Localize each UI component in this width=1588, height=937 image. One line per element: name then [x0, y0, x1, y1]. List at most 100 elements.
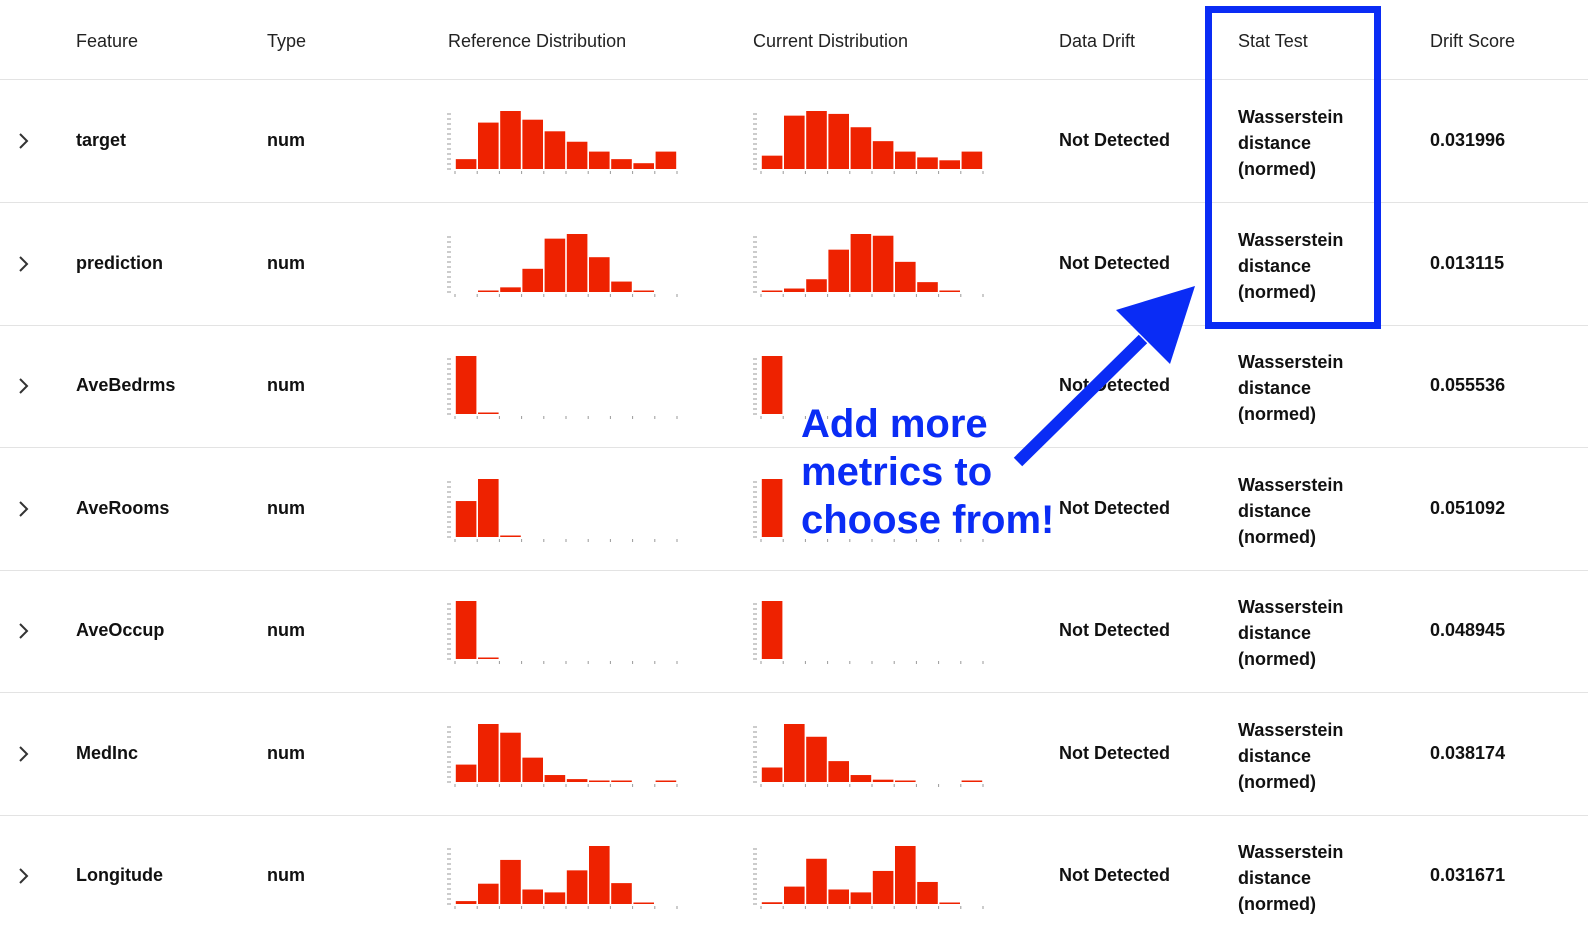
chevron-right-icon[interactable] [14, 864, 34, 888]
histogram-bar [784, 115, 805, 169]
feature-name: target [76, 130, 127, 150]
histogram-bar [522, 268, 543, 292]
data-drift-status: Not Detected [1059, 865, 1171, 885]
histogram-bar [806, 278, 827, 292]
histogram-bar [895, 151, 916, 169]
stat-test-line: (normed) [1238, 771, 1316, 792]
histogram-bar [500, 732, 521, 782]
stat-test-line: Wasserstein [1238, 352, 1344, 372]
histogram-bar [761, 478, 783, 537]
column-header-data-drift[interactable]: Data Drift [1059, 31, 1135, 52]
column-header-drift-score[interactable]: Drift Score [1430, 31, 1515, 52]
chevron-right-icon[interactable] [14, 619, 34, 643]
table-row[interactable]: AveOccup num Not Detected Wasserstein distan… [0, 570, 1588, 693]
feature-type: num [267, 375, 305, 395]
histogram-bar [455, 764, 477, 782]
feature-name: AveRooms [76, 497, 170, 518]
stat-test-line: Wasserstein [1238, 474, 1344, 495]
histogram-bar [784, 723, 805, 782]
histogram-bar [478, 723, 499, 782]
reference-distribution-chart [447, 356, 678, 419]
table-row[interactable]: prediction num Not Detected Wasserstein dist… [0, 203, 1588, 326]
table-row[interactable]: AveBedrms num Not Detected Wasserstein dista… [0, 325, 1588, 448]
histogram-bar [806, 111, 827, 169]
stat-test-line: (normed) [1238, 894, 1316, 914]
stat-test-line: distance [1238, 745, 1312, 766]
histogram-bar [500, 859, 521, 904]
histogram-bar [589, 151, 610, 169]
histogram-bar [761, 155, 783, 169]
histogram-bar [544, 892, 566, 904]
drift-score: 0.051092 [1430, 497, 1506, 518]
column-header-feature[interactable]: Feature [76, 31, 138, 52]
histogram-bar [850, 127, 872, 169]
histogram-bar [455, 601, 477, 659]
chevron-right-icon[interactable] [14, 252, 34, 276]
column-header-stat-test[interactable]: Stat Test [1238, 31, 1308, 52]
feature-name: AveOccup [76, 620, 165, 640]
histogram-bar [522, 889, 543, 904]
histogram-bar [566, 233, 588, 292]
histogram-bar [589, 256, 610, 292]
histogram-bar [895, 780, 916, 782]
histogram-bar [655, 780, 677, 782]
current-distribution-chart [753, 846, 984, 909]
histogram-bar [633, 290, 654, 292]
table-row[interactable]: MedInc num Not Detected Wasserstein distance… [0, 693, 1588, 816]
histogram-bar [872, 870, 894, 904]
stat-test-line: Wasserstein [1238, 597, 1344, 617]
chevron-right-icon[interactable] [14, 374, 34, 398]
table-row[interactable]: AveRooms num Not Detected Wasserstein distan… [0, 448, 1588, 571]
histogram-bar [917, 881, 938, 904]
histogram-bar [872, 141, 894, 169]
histogram-bar [939, 902, 960, 904]
data-drift-status: Not Detected [1059, 742, 1171, 763]
drift-score: 0.048945 [1430, 620, 1506, 640]
histogram-bar [544, 774, 566, 782]
histogram-bar [500, 286, 521, 292]
data-drift-status: Not Detected [1059, 130, 1171, 150]
histogram-bar [478, 412, 499, 414]
histogram-bar [455, 500, 477, 537]
histogram-bar [784, 288, 805, 292]
column-header-type[interactable]: Type [267, 31, 306, 52]
histogram-bar [633, 902, 654, 904]
histogram-bar [806, 858, 827, 904]
stat-test-line: Wasserstein [1238, 719, 1344, 740]
stat-test-name: Wasserstein distance (normed) [1238, 839, 1343, 917]
feature-name: prediction [76, 252, 164, 273]
feature-type: num [267, 130, 305, 150]
reference-distribution-chart [447, 478, 678, 542]
chevron-right-icon[interactable] [14, 742, 34, 766]
histogram-bar [655, 151, 677, 169]
feature-name: AveBedrms [76, 375, 176, 395]
drift-score: 0.055536 [1430, 375, 1506, 395]
histogram-bar [828, 249, 849, 292]
annotation-line: choose from! [801, 498, 1055, 542]
histogram-bar [895, 261, 916, 292]
table-row[interactable]: Longitude num Not Detected Wasserstein dista… [0, 815, 1588, 937]
stat-test-line: distance [1238, 255, 1312, 276]
annotation-line: metrics to [801, 450, 993, 494]
histogram-bar [611, 883, 632, 904]
feature-name: Longitude [76, 865, 163, 885]
histogram-bar [761, 356, 783, 414]
histogram-bar [455, 901, 477, 904]
histogram-bar [806, 736, 827, 782]
chevron-right-icon[interactable] [14, 129, 34, 153]
stat-test-line: (normed) [1238, 281, 1316, 302]
feature-type: num [267, 865, 305, 885]
histogram-bar [478, 122, 499, 169]
histogram-bar [544, 238, 566, 292]
stat-test-line: (normed) [1238, 159, 1316, 179]
histogram-bar [566, 778, 588, 782]
current-distribution-chart [753, 601, 984, 664]
feature-type: num [267, 252, 305, 273]
reference-distribution-chart [447, 846, 678, 909]
current-distribution-chart [753, 233, 984, 297]
column-header-current-distribution: Current Distribution [753, 31, 909, 51]
feature-name: MedInc [76, 742, 139, 763]
histogram-bar [566, 870, 588, 904]
table-row[interactable]: target num Not Detected Wasserstein distance… [0, 80, 1588, 203]
chevron-right-icon[interactable] [14, 497, 34, 521]
